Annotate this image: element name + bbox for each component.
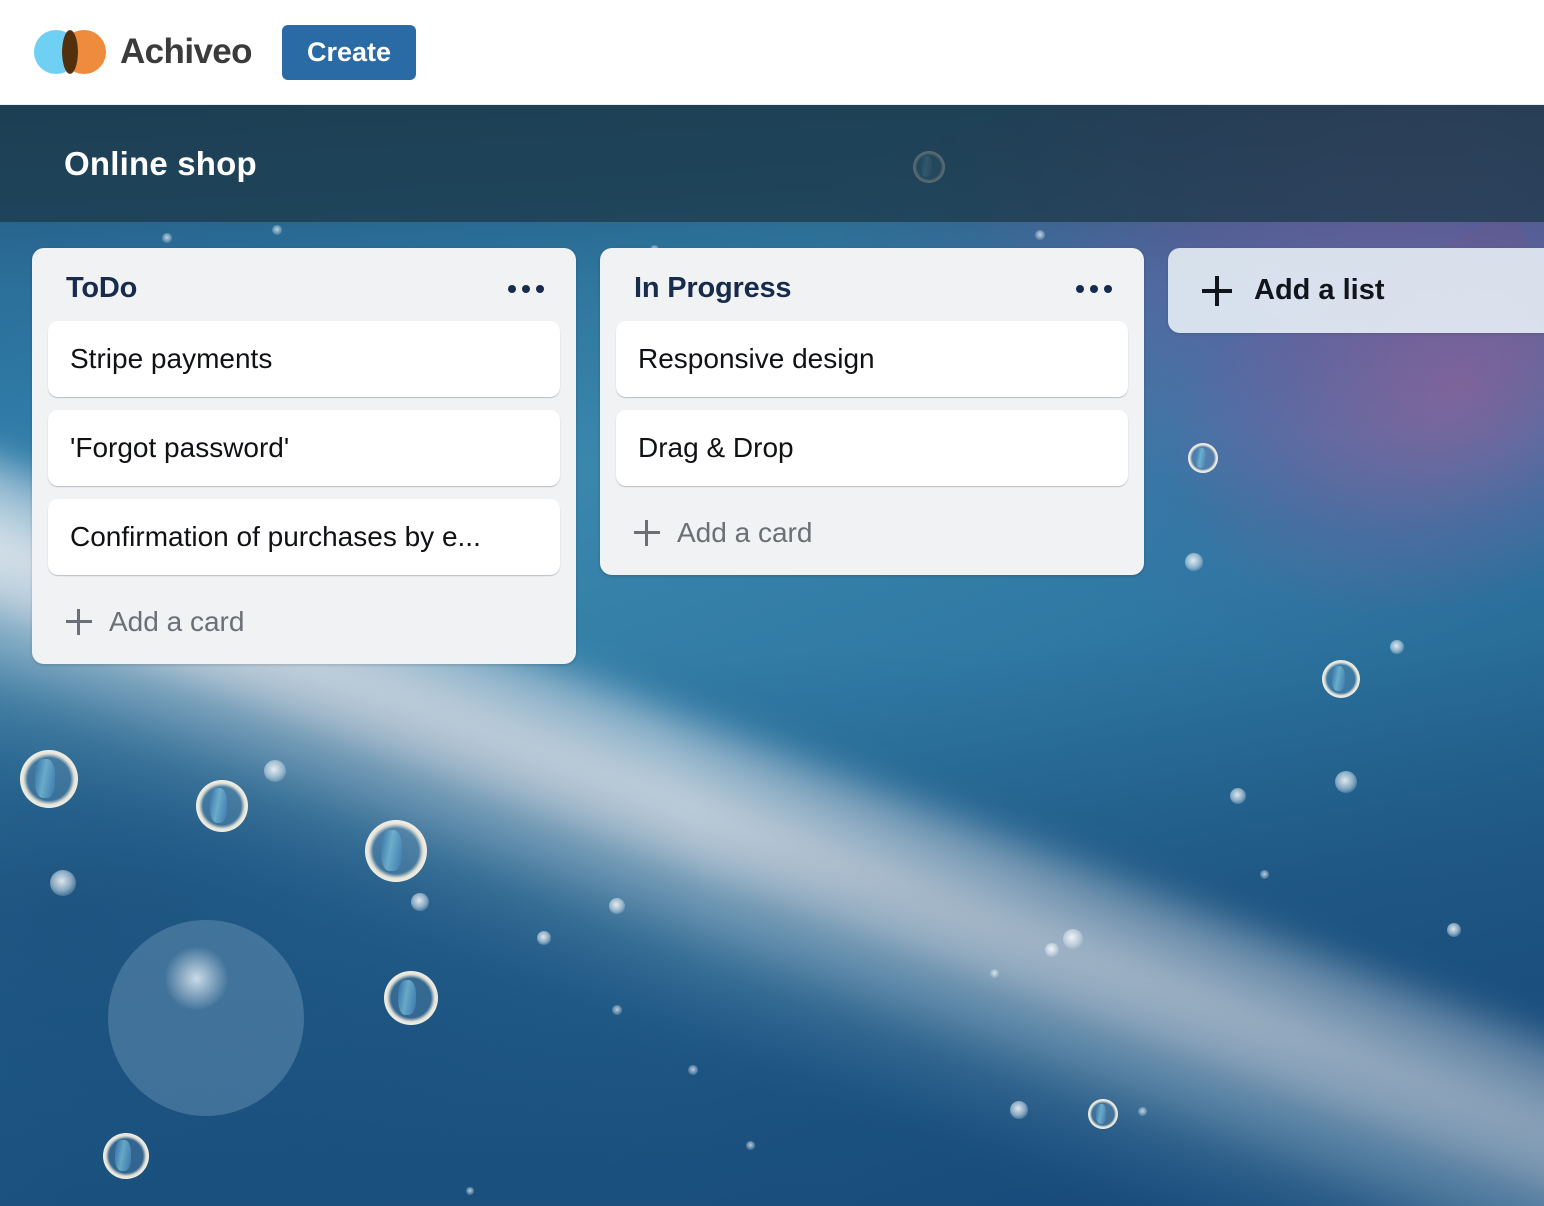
ellipsis-icon[interactable] xyxy=(1070,277,1118,301)
list-in-progress: In Progress Responsive design Drag & Dro… xyxy=(600,248,1144,575)
list-title: In Progress xyxy=(634,272,792,304)
add-list-button[interactable]: Add a list xyxy=(1168,248,1544,333)
list-header: In Progress xyxy=(616,262,1128,321)
add-card-button[interactable]: Add a card xyxy=(616,499,1128,559)
card[interactable]: Confirmation of purchases by e... xyxy=(48,499,560,575)
brand[interactable]: Achiveo xyxy=(34,30,253,74)
board-canvas: Online shop ToDo Stripe payments 'Forgot… xyxy=(0,105,1544,1206)
top-navbar: Achiveo Create xyxy=(0,0,1544,105)
ellipsis-icon[interactable] xyxy=(502,277,550,301)
board-title: Online shop xyxy=(64,144,257,182)
card[interactable]: Stripe payments xyxy=(48,321,560,397)
add-card-label: Add a card xyxy=(677,517,813,548)
card[interactable]: Responsive design xyxy=(616,321,1128,397)
plus-icon xyxy=(66,609,92,635)
card[interactable]: 'Forgot password' xyxy=(48,410,560,486)
plus-icon xyxy=(634,520,660,546)
board-header: Online shop xyxy=(0,105,1544,222)
brand-name: Achiveo xyxy=(120,32,253,71)
venn-circles-icon xyxy=(34,30,106,74)
add-list-label: Add a list xyxy=(1254,274,1385,306)
lists-container: ToDo Stripe payments 'Forgot password' C… xyxy=(0,222,1544,1206)
create-button[interactable]: Create xyxy=(281,24,417,80)
list-header: ToDo xyxy=(48,262,560,321)
plus-icon xyxy=(1202,275,1232,306)
add-card-button[interactable]: Add a card xyxy=(48,588,560,648)
list-todo: ToDo Stripe payments 'Forgot password' C… xyxy=(32,248,576,664)
add-card-label: Add a card xyxy=(109,606,245,637)
list-title: ToDo xyxy=(66,272,138,304)
card[interactable]: Drag & Drop xyxy=(616,410,1128,486)
